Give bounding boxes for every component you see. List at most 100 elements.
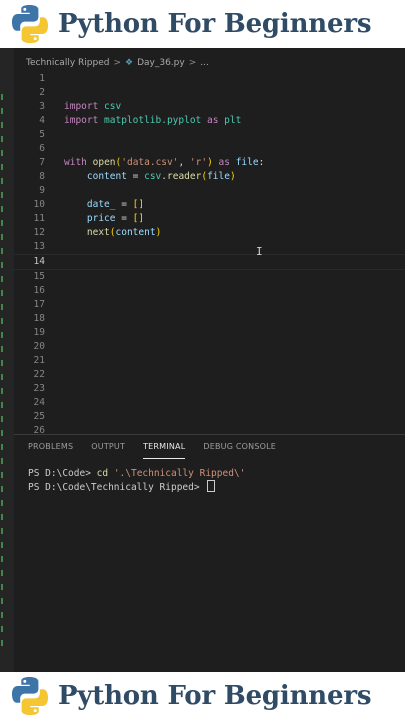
code-line[interactable]: 23 xyxy=(14,382,405,396)
code-token: [] xyxy=(132,213,145,224)
breadcrumb-file[interactable]: Day_36.py xyxy=(137,58,185,68)
code-line[interactable]: 9 xyxy=(14,184,405,198)
code-line[interactable]: 12 next(content) xyxy=(14,226,405,240)
tab-debug-console[interactable]: DEBUG CONSOLE xyxy=(203,435,276,459)
tab-terminal[interactable]: TERMINAL xyxy=(143,435,186,459)
code-text: next(content) xyxy=(64,226,161,240)
terminal-line: PS D:\Code> cd '.\Technically Ripped\' xyxy=(28,467,245,480)
code-line[interactable]: 19 xyxy=(14,326,405,340)
change-marker xyxy=(1,108,3,114)
code-line[interactable]: 18 xyxy=(14,312,405,326)
change-marker xyxy=(1,94,3,100)
line-number: 2 xyxy=(39,87,45,98)
line-number: 1 xyxy=(39,73,45,84)
change-marker xyxy=(1,598,3,604)
line-number: 19 xyxy=(33,327,45,338)
terminal-line: PS D:\Code\Technically Ripped> xyxy=(28,480,245,494)
code-line[interactable]: 20 xyxy=(14,340,405,354)
code-line[interactable]: 15 xyxy=(14,270,405,284)
tab-problems[interactable]: PROBLEMS xyxy=(28,435,73,459)
change-marker xyxy=(1,248,3,254)
banner-title: Python For Beginners xyxy=(58,9,372,39)
line-number: 16 xyxy=(33,285,45,296)
code-token: import xyxy=(64,115,99,126)
code-line[interactable]: 17 xyxy=(14,298,405,312)
line-number: 21 xyxy=(33,355,45,366)
line-number: 25 xyxy=(33,411,45,422)
change-marker xyxy=(1,472,3,478)
panel-tabs: PROBLEMS OUTPUT TERMINAL DEBUG CONSOLE xyxy=(14,435,276,459)
code-token: reader xyxy=(167,171,202,182)
line-number: 8 xyxy=(39,171,45,182)
python-logo-icon xyxy=(12,677,49,715)
line-number: 12 xyxy=(33,227,45,238)
code-area[interactable]: 1 2 3 import csv 4 import matplotlib.pyplot a… xyxy=(14,72,405,438)
code-line[interactable]: 2 xyxy=(14,86,405,100)
code-line[interactable]: 5 xyxy=(14,128,405,142)
code-token: file xyxy=(207,171,230,182)
code-line[interactable]: 1 xyxy=(14,72,405,86)
line-number: 24 xyxy=(33,397,45,408)
terminal-command: cd xyxy=(96,468,109,479)
terminal-argument: '.\Technically Ripped\' xyxy=(108,468,246,479)
code-line[interactable]: 24 xyxy=(14,396,405,410)
code-line[interactable]: 13 xyxy=(14,240,405,254)
code-line[interactable]: 4 import matplotlib.pyplot as plt xyxy=(14,114,405,128)
line-number: 13 xyxy=(33,241,45,252)
line-number: 20 xyxy=(33,341,45,352)
code-text: content = csv.reader(file) xyxy=(64,170,236,184)
activity-strip xyxy=(0,48,14,672)
change-marker xyxy=(1,220,3,226)
breadcrumb-folder[interactable]: Technically Ripped xyxy=(26,58,109,68)
code-line[interactable]: 21 xyxy=(14,354,405,368)
code-line[interactable]: 7 with open('data.csv', 'r') as file: xyxy=(14,156,405,170)
code-text: date_ = [] xyxy=(64,198,144,212)
change-marker xyxy=(1,458,3,464)
breadcrumb-more[interactable]: ... xyxy=(200,58,209,68)
code-token: price xyxy=(64,213,116,224)
terminal-cursor xyxy=(207,480,216,492)
code-line[interactable]: 16 xyxy=(14,284,405,298)
change-marker xyxy=(1,402,3,408)
code-token: date_ xyxy=(64,199,116,210)
change-marker xyxy=(1,528,3,534)
change-marker xyxy=(1,486,3,492)
line-number: 22 xyxy=(33,369,45,380)
code-text: price = [] xyxy=(64,212,144,226)
line-number: 3 xyxy=(39,101,45,112)
banner-top: Python For Beginners xyxy=(0,0,405,48)
code-token: content xyxy=(115,227,156,238)
code-line[interactable]: 25 xyxy=(14,410,405,424)
code-token: file xyxy=(229,157,259,168)
change-marker xyxy=(1,430,3,436)
code-line[interactable]: 10 date_ = [] xyxy=(14,198,405,212)
code-token: = xyxy=(126,171,145,182)
code-token: [] xyxy=(132,199,145,210)
code-token: as xyxy=(212,157,230,168)
change-marker xyxy=(1,192,3,198)
code-line[interactable]: 6 xyxy=(14,142,405,156)
code-token: next xyxy=(86,227,110,238)
change-marker xyxy=(1,346,3,352)
code-line[interactable]: 3 import csv xyxy=(14,100,405,114)
code-token: as xyxy=(201,115,219,126)
python-logo-icon xyxy=(12,5,49,43)
code-line[interactable]: 11 price = [] xyxy=(14,212,405,226)
code-token: 'r' xyxy=(189,157,208,168)
code-token: open xyxy=(92,157,116,168)
code-editor[interactable]: Technically Ripped > ❖ Day_36.py > ... 1… xyxy=(0,48,405,672)
line-number: 9 xyxy=(39,185,45,196)
change-marker xyxy=(1,500,3,506)
code-token: import xyxy=(64,101,99,112)
code-line[interactable]: 14 xyxy=(14,254,405,270)
code-line[interactable]: 8 content = csv.reader(file) xyxy=(14,170,405,184)
line-number: 14 xyxy=(33,256,45,267)
line-number: 6 xyxy=(39,143,45,154)
code-token: = xyxy=(115,213,133,224)
terminal-prompt: PS D:\Code\Technically Ripped> xyxy=(28,482,206,493)
tab-output[interactable]: OUTPUT xyxy=(91,435,125,459)
line-number: 23 xyxy=(33,383,45,394)
line-number: 11 xyxy=(33,213,45,224)
code-line[interactable]: 22 xyxy=(14,368,405,382)
terminal[interactable]: PS D:\Code> cd '.\Technically Ripped\' P… xyxy=(28,467,245,494)
